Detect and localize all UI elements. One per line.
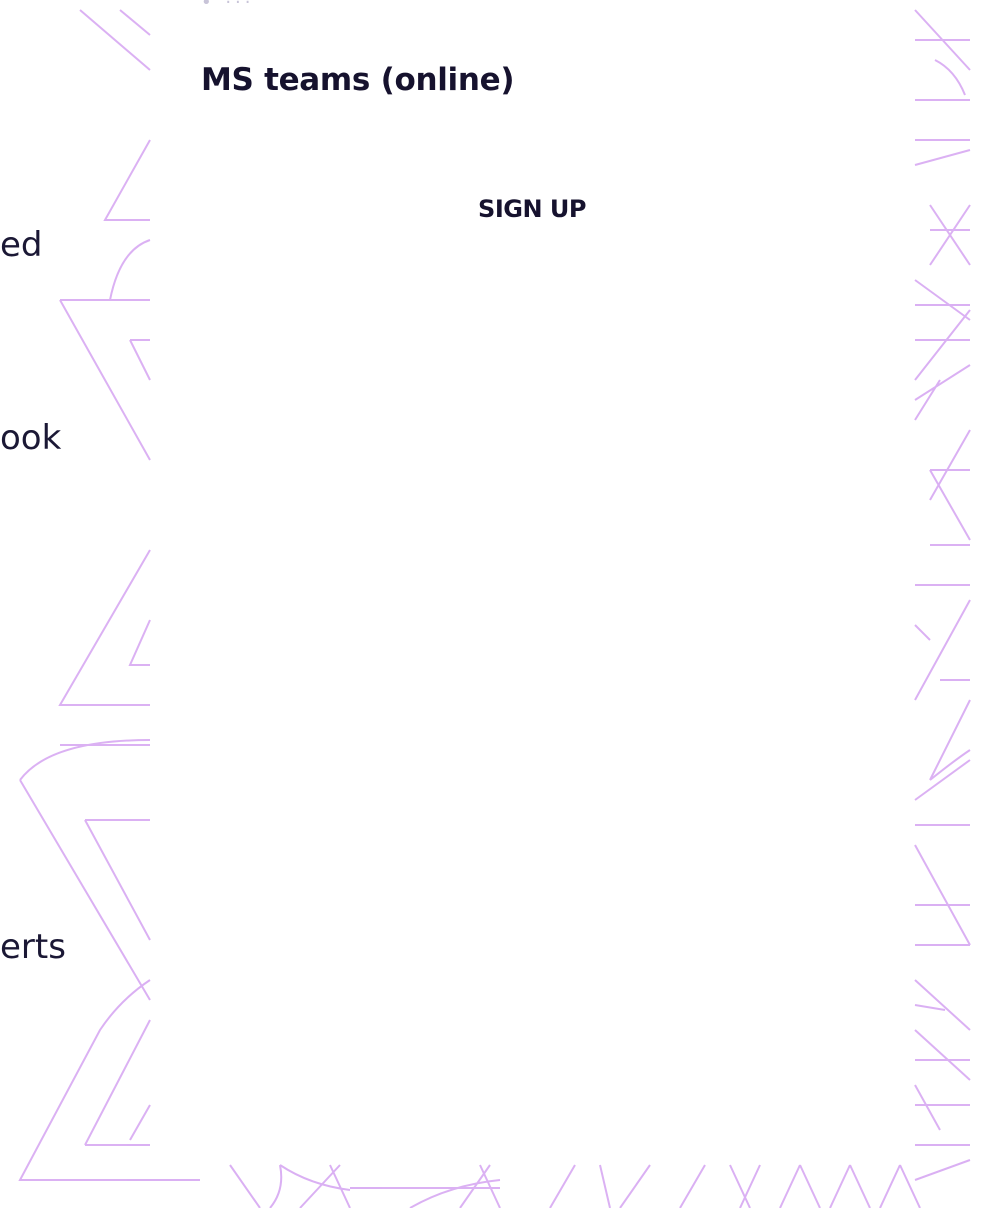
left-cutoff-text-column: ed ook erts: [0, 0, 150, 1208]
sign-up-button[interactable]: SIGN UP: [461, 194, 603, 224]
cutoff-text-ed: ed: [0, 225, 43, 265]
cutoff-top-text: • ···: [201, 0, 255, 13]
cutoff-text-erts: erts: [0, 927, 66, 967]
event-card: • ··· MS teams (online) SIGN UP: [151, 0, 913, 1162]
event-location-title: MS teams (online): [201, 62, 515, 98]
cutoff-text-ook: ook: [0, 418, 62, 458]
